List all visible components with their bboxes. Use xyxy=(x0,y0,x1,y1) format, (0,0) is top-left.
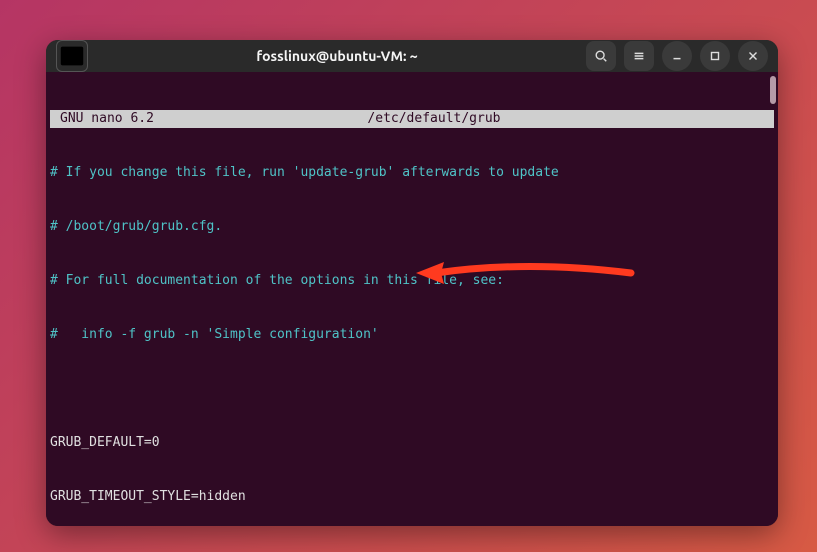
editor-line: # info -f grub -n 'Simple configuration' xyxy=(50,326,774,344)
terminal-window: fosslinux@ubuntu-VM: ~ GNU nano 6.2 /etc… xyxy=(46,40,778,526)
search-button[interactable] xyxy=(586,41,616,71)
close-icon xyxy=(746,49,760,63)
close-button[interactable] xyxy=(738,41,768,71)
maximize-icon xyxy=(708,49,722,63)
window-title: fosslinux@ubuntu-VM: ~ xyxy=(96,48,578,64)
editor-line: GRUB_TIMEOUT_STYLE=hidden xyxy=(50,488,774,506)
minimize-button[interactable] xyxy=(662,41,692,71)
nano-header: GNU nano 6.2 /etc/default/grub xyxy=(50,110,774,128)
editor-line: # For full documentation of the options … xyxy=(50,272,774,290)
nano-app: GNU nano 6.2 xyxy=(50,110,154,128)
minimize-icon xyxy=(670,49,684,63)
menu-button[interactable] xyxy=(624,41,654,71)
scrollbar[interactable] xyxy=(770,76,776,104)
hamburger-icon xyxy=(632,49,646,63)
nano-file: /etc/default/grub xyxy=(154,110,774,128)
editor-line: # /boot/grub/grub.cfg. xyxy=(50,218,774,236)
new-tab-icon xyxy=(57,41,87,71)
editor-line: GRUB_DEFAULT=0 xyxy=(50,434,774,452)
search-icon xyxy=(594,49,608,63)
titlebar: fosslinux@ubuntu-VM: ~ xyxy=(46,40,778,72)
terminal-body[interactable]: GNU nano 6.2 /etc/default/grub # If you … xyxy=(46,72,778,526)
new-tab-button[interactable] xyxy=(56,40,88,72)
editor-line: # If you change this file, run 'update-g… xyxy=(50,164,774,182)
editor-line xyxy=(50,380,774,398)
maximize-button[interactable] xyxy=(700,41,730,71)
